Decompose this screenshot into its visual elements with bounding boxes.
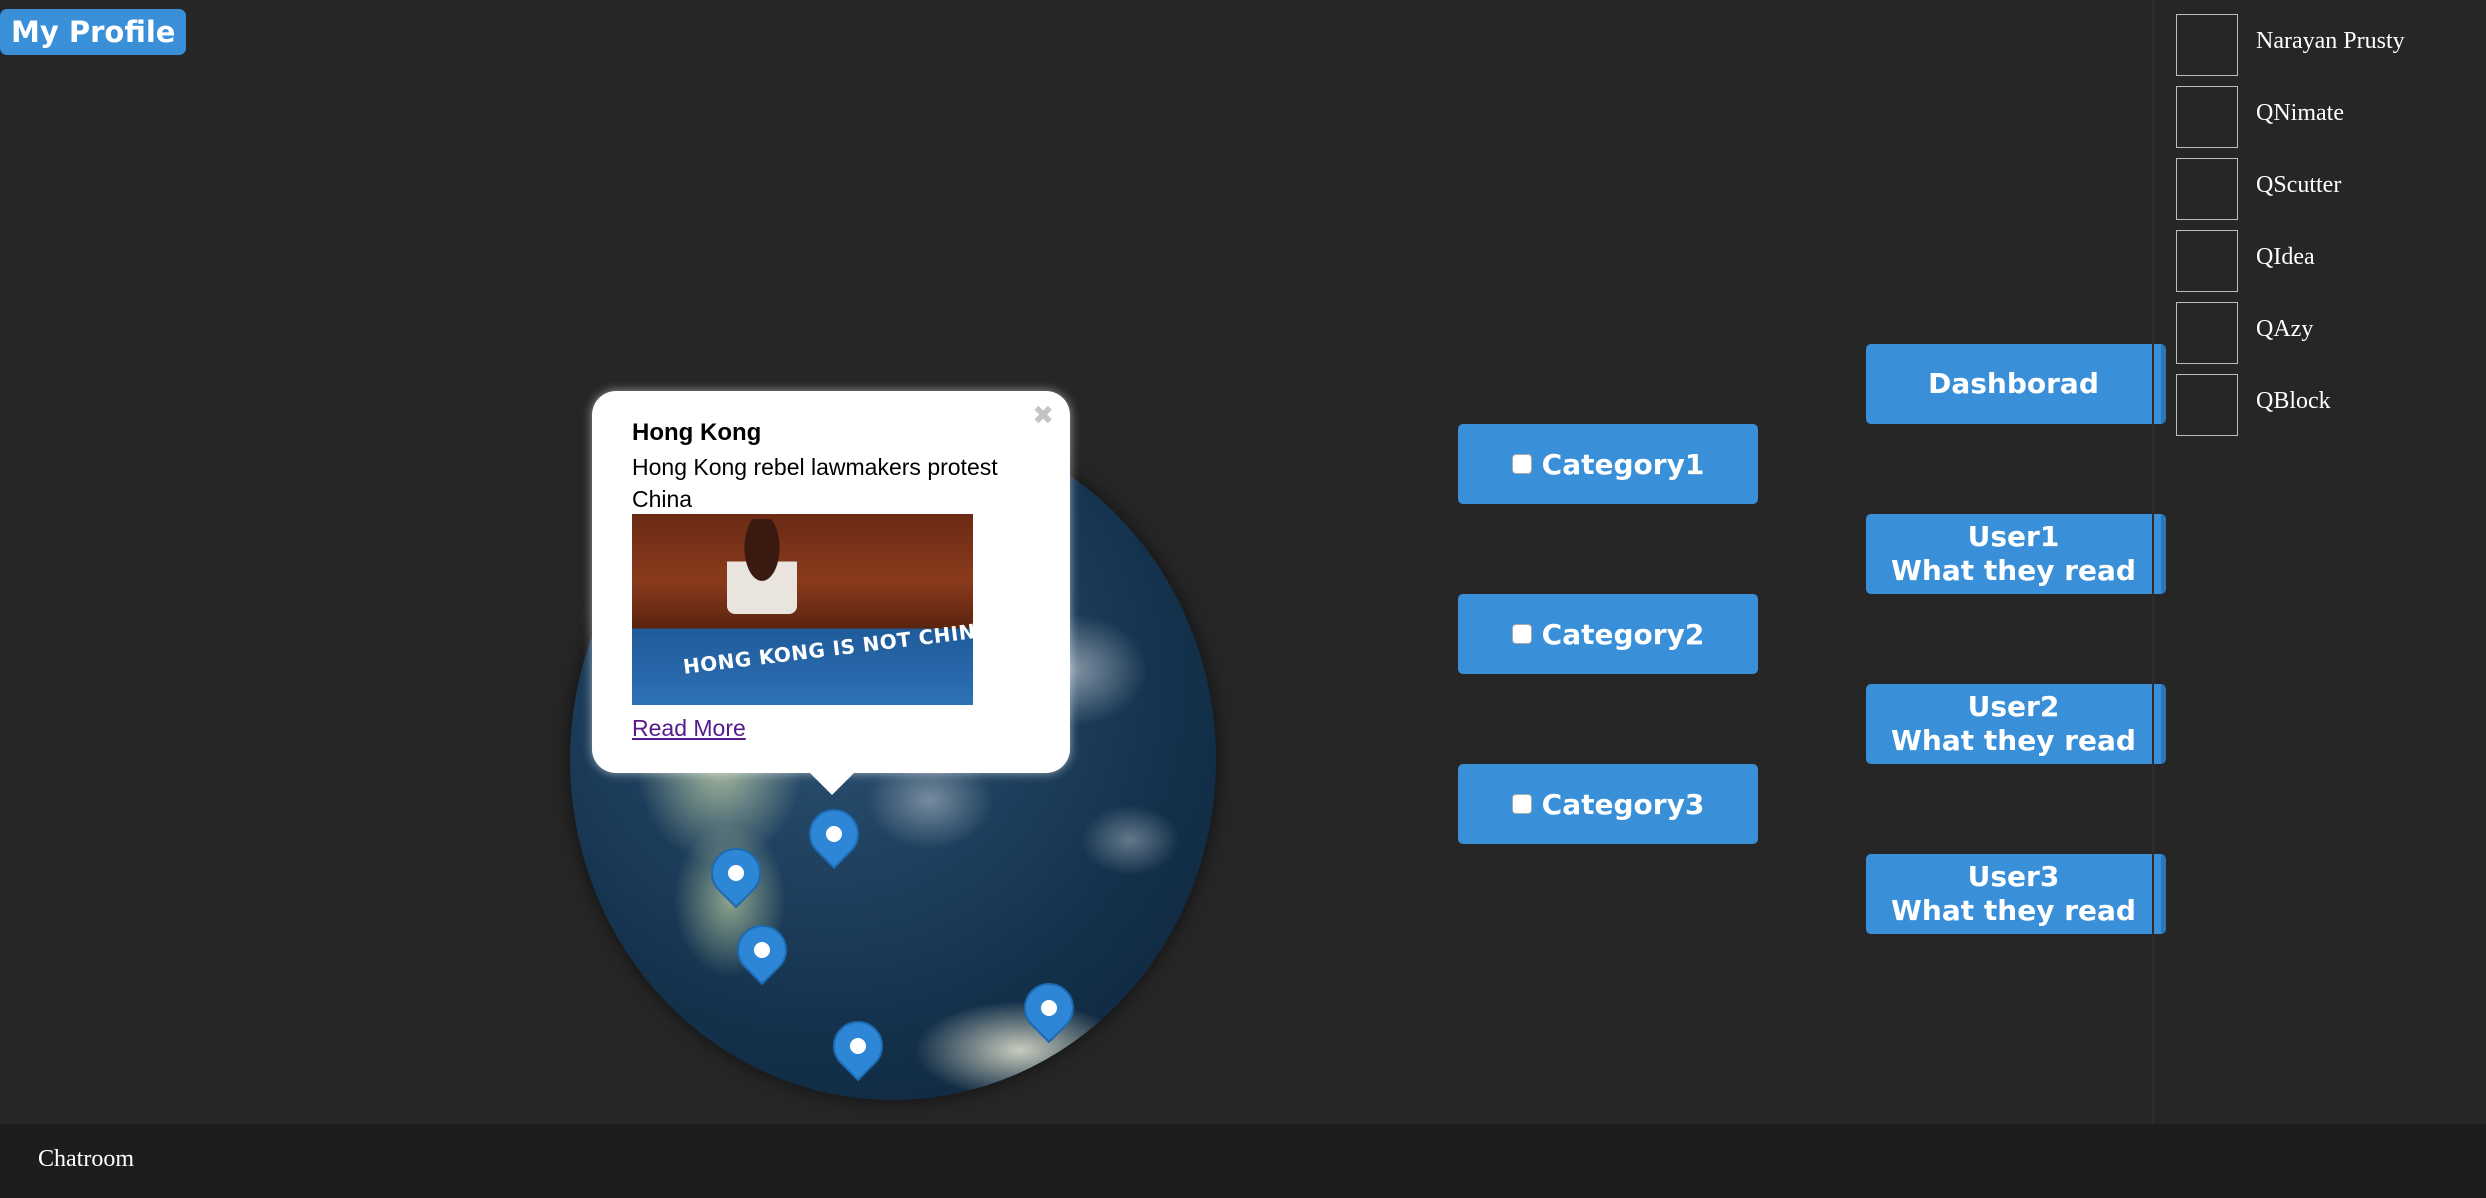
photo-person	[727, 519, 797, 614]
user-3-button[interactable]: User3 What they read	[1866, 854, 2166, 934]
my-profile-button[interactable]: My Profile	[0, 9, 187, 55]
close-icon[interactable]: ✖	[1032, 401, 1054, 431]
dashboard-label: Dashborad	[1928, 367, 2099, 400]
news-image: HONG KONG IS NOT CHINA	[632, 514, 973, 705]
sidebar-item-qblock[interactable]: QBlock	[2176, 374, 2486, 436]
sidebar-item-qscutter[interactable]: QScutter	[2176, 158, 2486, 220]
avatar[interactable]	[2176, 230, 2238, 292]
chatroom-link[interactable]: Chatroom	[38, 1146, 134, 1173]
sidebar-item-label: QScutter	[2256, 172, 2342, 198]
user-2-button[interactable]: User2 What they read	[1866, 684, 2166, 764]
avatar[interactable]	[2176, 374, 2238, 436]
sidebar-item-narayan-prusty[interactable]: Narayan Prusty	[2176, 14, 2486, 76]
sidebar-item-qazy[interactable]: QAzy	[2176, 302, 2486, 364]
category-1-checkbox[interactable]	[1511, 454, 1532, 474]
user-3-name: User3	[1967, 860, 2060, 893]
map-popup: ✖ Hong Kong Hong Kong rebel lawmakers pr…	[592, 391, 1070, 795]
avatar[interactable]	[2176, 158, 2238, 220]
sidebar-item-qnimate[interactable]: QNimate	[2176, 86, 2486, 148]
sidebar-item-label: Narayan Prusty	[2256, 28, 2405, 54]
category-1-label: Category1	[1541, 447, 1705, 481]
user-3-subtitle: What they read	[1891, 894, 2136, 927]
sidebar-item-label: QNimate	[2256, 100, 2344, 126]
user-2-name: User2	[1967, 690, 2060, 723]
sidebar-divider	[2152, 0, 2154, 1124]
sidebar-item-label: QBlock	[2256, 388, 2331, 414]
footer-bar: Chatroom	[0, 1124, 2486, 1198]
category-2-checkbox[interactable]	[1511, 624, 1532, 644]
dashboard-button[interactable]: Dashborad	[1866, 344, 2166, 424]
category-2-label: Category2	[1541, 617, 1705, 651]
popup-title: Hong Kong	[632, 419, 762, 446]
category-3-button[interactable]: Category3	[1458, 764, 1758, 844]
avatar[interactable]	[2176, 86, 2238, 148]
user-1-button[interactable]: User1 What they read	[1866, 514, 2166, 594]
category-3-checkbox[interactable]	[1511, 794, 1532, 814]
category-2-button[interactable]: Category2	[1458, 594, 1758, 674]
sidebar-item-label: QAzy	[2256, 316, 2314, 342]
avatar[interactable]	[2176, 14, 2238, 76]
sidebar-item-label: QIdea	[2256, 244, 2315, 270]
banner-text: HONG KONG IS NOT CHINA	[681, 617, 973, 679]
category-3-label: Category3	[1541, 787, 1705, 821]
popup-description: Hong Kong rebel lawmakers protest China	[632, 454, 998, 512]
sidebar-item-qidea[interactable]: QIdea	[2176, 230, 2486, 292]
read-more-link[interactable]: Read More	[632, 715, 746, 742]
user-1-name: User1	[1967, 520, 2060, 553]
user-1-subtitle: What they read	[1891, 554, 2136, 587]
category-1-button[interactable]: Category1	[1458, 424, 1758, 504]
user-2-subtitle: What they read	[1891, 724, 2136, 757]
avatar[interactable]	[2176, 302, 2238, 364]
